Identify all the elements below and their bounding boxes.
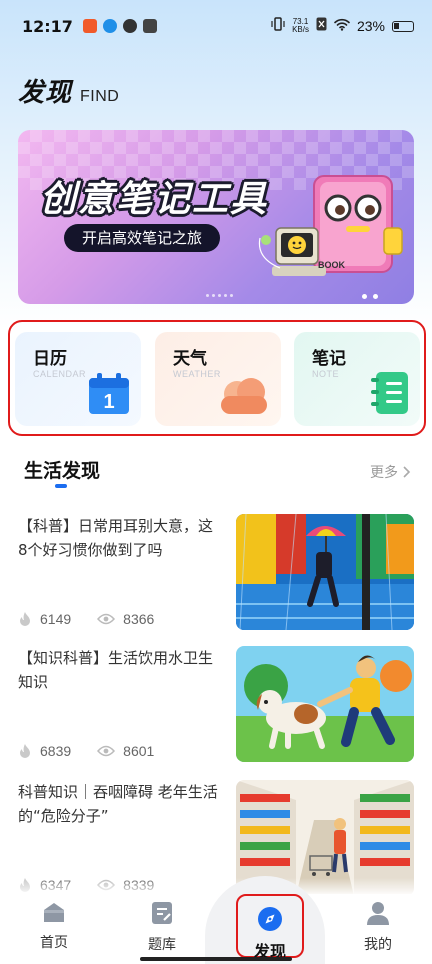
more-link-label: 更多	[370, 465, 398, 481]
eye-icon	[97, 745, 116, 757]
nav-profile-label: 我的	[364, 937, 392, 953]
status-left: 12:17	[22, 17, 157, 36]
tool-weather[interactable]: 天气 WEATHER	[155, 332, 281, 426]
link-notification-icon	[122, 19, 137, 33]
tool-calendar-label: 日历	[33, 349, 67, 369]
likes-stat: 6839	[18, 743, 71, 759]
article-item[interactable]: 【知识科普】生活饮用水卫生知识 6839 8601	[18, 646, 414, 764]
home-indicator	[140, 957, 292, 961]
notebook-icon	[371, 372, 408, 414]
banner-handle	[206, 294, 233, 297]
article-stats: 6149 8366	[18, 611, 154, 627]
chevron-right-icon	[403, 466, 411, 478]
page-title: 发现	[18, 78, 73, 108]
page-header: 发现 FIND	[18, 72, 119, 109]
tool-note-label: 笔记	[312, 349, 346, 369]
battery-percentage: 23%	[356, 18, 385, 34]
views-count: 8366	[123, 611, 155, 627]
nav-question-bank-label: 题库	[148, 937, 176, 953]
flame-icon	[20, 612, 30, 626]
status-right: 73.1 KB/s 23%	[271, 17, 414, 35]
likes-count: 6839	[40, 743, 72, 759]
article-item[interactable]: 【科普】日常用耳别大意，这8个好习惯你做到了吗 6149 8366	[18, 514, 414, 632]
section-title: 生活发现	[24, 460, 101, 482]
nav-home[interactable]: 首页	[14, 900, 94, 952]
nav-profile[interactable]: 我的	[338, 900, 418, 954]
article-title: 【知识科普】生活饮用水卫生知识	[18, 649, 214, 691]
question-bank-icon	[152, 902, 172, 924]
user-icon	[367, 902, 389, 925]
views-count: 8601	[123, 743, 155, 759]
calendar-icon: 1	[89, 373, 129, 414]
banner-title: 创意笔记工具	[40, 179, 269, 220]
home-icon	[44, 903, 64, 922]
banner-book-label: BOOK	[318, 260, 346, 270]
network-speed: 73.1 KB/s	[292, 18, 309, 34]
views-stat: 8366	[97, 611, 154, 627]
likes-stat: 6149	[18, 611, 71, 627]
calendar-icon-day: 1	[103, 391, 114, 413]
man-with-dog-illustration	[236, 646, 414, 762]
browser-notification-icon	[102, 19, 117, 33]
promo-banner[interactable]: 创意笔记工具 开启高效笔记之旅 BOOK	[18, 130, 414, 304]
article-stats: 6839 8601	[18, 743, 154, 759]
tool-calendar-sub: CALENDAR	[33, 369, 87, 379]
cloud-icon	[221, 378, 267, 414]
page-subtitle: FIND	[80, 88, 120, 105]
quick-tools-panel: 日历 CALENDAR 1 天气 WEATHER 笔记 NOTE	[8, 320, 426, 436]
likes-count: 6149	[40, 611, 72, 627]
nav-home-label: 首页	[40, 935, 68, 951]
article-title: 科普知识｜吞咽障碍 老年生活的“危险分子”	[18, 783, 218, 825]
message-notification-icon	[142, 19, 157, 33]
banner-subtitle: 开启高效笔记之旅	[64, 224, 221, 252]
banner-pagination[interactable]	[362, 294, 378, 299]
battery-icon	[392, 20, 414, 32]
network-speed-unit: KB/s	[292, 25, 309, 34]
section-underline	[55, 484, 67, 488]
nav-question-bank[interactable]: 题库	[122, 900, 202, 954]
views-stat: 8601	[97, 743, 154, 759]
rainy-street-illustration	[236, 514, 414, 630]
no-sim-icon	[316, 17, 327, 35]
compass-icon	[258, 907, 282, 931]
status-bar: 12:17 73.1 KB/s 23%	[0, 0, 432, 52]
app-notification-icon	[82, 19, 97, 33]
vibrate-icon	[271, 17, 285, 35]
tool-weather-sub: WEATHER	[173, 369, 221, 379]
status-time: 12:17	[22, 16, 73, 36]
eye-icon	[97, 613, 116, 625]
article-title: 【科普】日常用耳别大意，这8个好习惯你做到了吗	[18, 517, 214, 559]
tool-note-sub: NOTE	[312, 369, 340, 379]
tool-weather-label: 天气	[173, 349, 207, 369]
more-link[interactable]: 更多	[370, 462, 412, 482]
flame-icon	[20, 744, 30, 758]
tool-note[interactable]: 笔记 NOTE	[294, 332, 420, 426]
notebook-mascot-illustration: BOOK	[258, 175, 403, 276]
tool-calendar[interactable]: 日历 CALENDAR 1	[15, 332, 141, 426]
wifi-icon	[334, 18, 350, 35]
nav-discover[interactable]: 发现	[236, 894, 304, 961]
